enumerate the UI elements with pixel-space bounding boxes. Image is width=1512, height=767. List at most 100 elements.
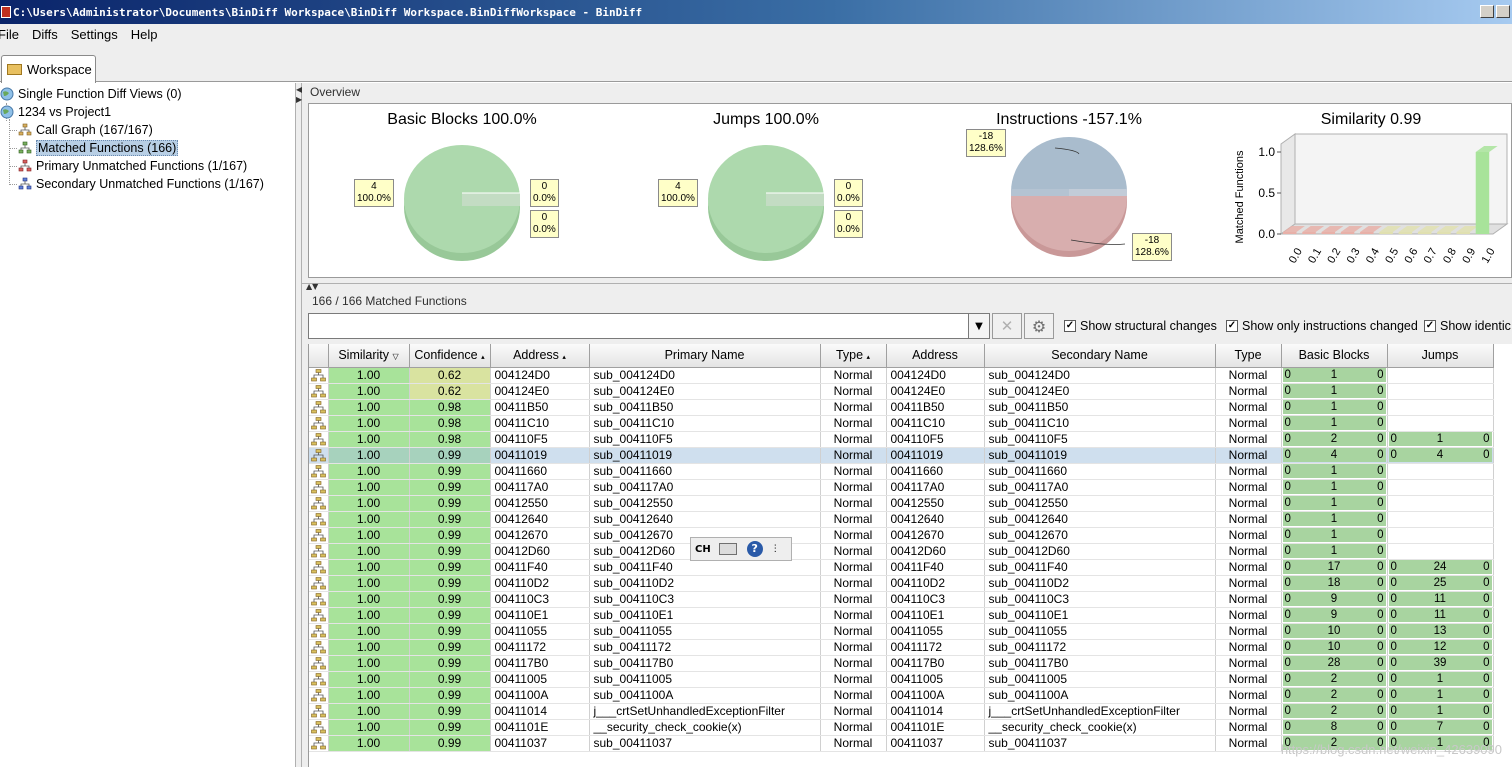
row-icon-cell[interactable]	[309, 639, 329, 656]
row-icon-cell[interactable]	[309, 559, 329, 576]
ime-toolbar[interactable]: CH ? ⋮	[690, 537, 792, 561]
instructions-changed-checkbox[interactable]: ✓ Show only instructions changed	[1226, 319, 1418, 333]
primary-name-cell: sub_004110C3	[589, 591, 821, 608]
row-icon-cell[interactable]	[309, 431, 329, 448]
table-row[interactable]: 1.00 0.99 004110C3 sub_004110C3 Normal 004110…	[309, 591, 1494, 608]
tree-item-call-graph[interactable]: Call Graph (167/167)	[18, 121, 153, 139]
matched-count: 1	[1436, 433, 1444, 445]
clear-filter-button[interactable]: ✕	[992, 313, 1022, 339]
tree-item-primary-unmatched[interactable]: Primary Unmatched Functions (1/167)	[18, 157, 247, 175]
secondary-type-cell: Normal	[1215, 511, 1282, 528]
row-icon-cell[interactable]	[309, 383, 329, 400]
table-row[interactable]: 1.00 0.98 004110F5 sub_004110F5 Normal 004110…	[309, 431, 1494, 448]
row-icon-cell[interactable]	[309, 399, 329, 416]
table-row[interactable]: 1.00 0.62 004124D0 sub_004124D0 Normal 004124…	[309, 367, 1494, 384]
table-row[interactable]: 1.00 0.98 00411C10 sub_00411C10 Normal 00411C…	[309, 415, 1494, 432]
column-header-jumps[interactable]: Jumps	[1387, 344, 1494, 368]
row-icon-cell[interactable]	[309, 543, 329, 560]
secondary-only-count: 0	[1377, 721, 1384, 733]
column-header-secondary-address[interactable]: Address	[886, 344, 985, 368]
identical-checkbox[interactable]: ✓ Show identic	[1424, 319, 1511, 333]
row-icon-cell[interactable]	[309, 671, 329, 688]
table-row[interactable]: 1.00 0.99 0041100A sub_0041100A Normal 004110…	[309, 687, 1494, 704]
table-row[interactable]: 1.00 0.99 00412670 sub_00412670 Normal 004126…	[309, 527, 1494, 544]
table-row[interactable]: 1.00 0.99 00411F40 sub_00411F40 Normal 00411F…	[309, 559, 1494, 576]
row-icon-cell[interactable]	[309, 415, 329, 432]
table-row[interactable]: 1.00 0.99 00411172 sub_00411172 Normal 004111…	[309, 639, 1494, 656]
row-icon-cell[interactable]	[309, 367, 329, 384]
row-icon-cell[interactable]	[309, 463, 329, 480]
table-row[interactable]: 1.00 0.99 00412640 sub_00412640 Normal 004126…	[309, 511, 1494, 528]
tree-item-diff-project[interactable]: 1234 vs Project1	[0, 103, 111, 121]
basic-blocks-cell: 010	[1281, 415, 1388, 432]
row-icon-cell[interactable]	[309, 735, 329, 752]
row-icon-cell[interactable]	[309, 511, 329, 528]
table-row[interactable]: 1.00 0.98 00411B50 sub_00411B50 Normal 00411B…	[309, 399, 1494, 416]
secondary-unmatched-icon	[18, 177, 32, 190]
collapse-up-icon[interactable]: ▲▼	[306, 282, 318, 291]
column-header-primary-address[interactable]: Address ▴	[490, 344, 590, 368]
table-row[interactable]: 1.00 0.99 00412550 sub_00412550 Normal 004125…	[309, 495, 1494, 512]
table-row[interactable]: 1.00 0.99 00411005 sub_00411005 Normal 004110…	[309, 671, 1494, 688]
filter-combo[interactable]	[308, 313, 988, 339]
row-icon-cell[interactable]	[309, 591, 329, 608]
table-row[interactable]: 1.00 0.99 0041101E __security_check_cookie(…	[309, 719, 1494, 736]
filter-input[interactable]	[312, 315, 962, 337]
menu-help[interactable]: Help	[131, 27, 158, 42]
ime-menu-icon[interactable]: ⋮	[771, 544, 780, 554]
instructions-callout-secondary: -18 128.6%	[1132, 233, 1172, 261]
basic-blocks-counts: 090	[1282, 592, 1386, 606]
help-icon[interactable]: ?	[746, 541, 763, 557]
row-icon-cell[interactable]	[309, 703, 329, 720]
ime-language-label[interactable]: CH	[695, 544, 711, 555]
secondary-only-count: 0	[1483, 593, 1490, 605]
structural-changes-checkbox[interactable]: ✓ Show structural changes	[1064, 319, 1217, 333]
similarity-cell: 1.00	[328, 719, 410, 736]
menu-file[interactable]: File	[0, 27, 19, 42]
row-icon-cell[interactable]	[309, 527, 329, 544]
row-icon-cell[interactable]	[309, 575, 329, 592]
column-header-icon[interactable]	[309, 344, 329, 368]
table-row[interactable]: 1.00 0.99 004110D2 sub_004110D2 Normal 004110…	[309, 575, 1494, 592]
column-header-confidence[interactable]: Confidence ▴	[409, 344, 491, 368]
matched-functions-table: Similarity ▽ Confidence ▴ Address ▴ Prim…	[308, 344, 1512, 767]
keyboard-icon[interactable]	[718, 543, 737, 555]
tab-workspace[interactable]: Workspace	[1, 55, 96, 83]
row-icon-cell[interactable]	[309, 495, 329, 512]
column-header-primary-type[interactable]: Type ▴	[820, 344, 887, 368]
column-header-secondary-name[interactable]: Secondary Name	[984, 344, 1216, 368]
row-icon-cell[interactable]	[309, 479, 329, 496]
column-header-basic-blocks[interactable]: Basic Blocks	[1281, 344, 1388, 368]
row-icon-cell[interactable]	[309, 687, 329, 704]
horizontal-splitter[interactable]: ▲▼	[302, 282, 1512, 291]
table-row[interactable]: 1.00 0.62 004124E0 sub_004124E0 Normal 004124…	[309, 383, 1494, 400]
row-icon-cell[interactable]	[309, 447, 329, 464]
table-row[interactable]: 1.00 0.99 004117A0 sub_004117A0 Normal 004117…	[309, 479, 1494, 496]
table-row[interactable]: 1.00 0.99 00411660 sub_00411660 Normal 004116…	[309, 463, 1494, 480]
vertical-splitter[interactable]: ◀ ▶	[295, 83, 302, 767]
table-row[interactable]: 1.00 0.99 004110E1 sub_004110E1 Normal 004110…	[309, 607, 1494, 624]
table-row[interactable]: 1.00 0.99 00411014 j___crtSetUnhandledExcep…	[309, 703, 1494, 720]
row-icon-cell[interactable]	[309, 607, 329, 624]
tree-item-single-function-diff-views[interactable]: Single Function Diff Views (0)	[0, 85, 182, 103]
chevron-down-icon: ▼	[975, 320, 983, 332]
row-icon-cell[interactable]	[309, 719, 329, 736]
menu-settings[interactable]: Settings	[71, 27, 118, 42]
table-row[interactable]: 1.00 0.99 00412D60 sub_00412D60 Normal 00412D…	[309, 543, 1494, 560]
maximize-button[interactable]	[1496, 5, 1510, 18]
row-icon-cell[interactable]	[309, 623, 329, 640]
column-header-primary-name[interactable]: Primary Name	[589, 344, 821, 368]
table-row[interactable]: 1.00 0.99 00411019 sub_00411019 Normal 004110…	[309, 447, 1494, 464]
row-icon-cell[interactable]	[309, 655, 329, 672]
minimize-button[interactable]	[1480, 5, 1494, 18]
table-row[interactable]: 1.00 0.99 00411055 sub_00411055 Normal 004110…	[309, 623, 1494, 640]
menu-diffs[interactable]: Diffs	[32, 27, 58, 42]
column-header-similarity[interactable]: Similarity ▽	[328, 344, 410, 368]
tree-item-matched-functions[interactable]: Matched Functions (166)	[18, 139, 179, 157]
filter-settings-button[interactable]: ⚙	[1024, 313, 1054, 339]
tree-item-secondary-unmatched[interactable]: Secondary Unmatched Functions (1/167)	[18, 175, 264, 193]
table-row[interactable]: 1.00 0.99 004117B0 sub_004117B0 Normal 004117…	[309, 655, 1494, 672]
column-header-secondary-type[interactable]: Type	[1215, 344, 1282, 368]
similarity-bar	[1360, 232, 1374, 234]
filter-dropdown-button[interactable]: ▼	[968, 313, 990, 339]
